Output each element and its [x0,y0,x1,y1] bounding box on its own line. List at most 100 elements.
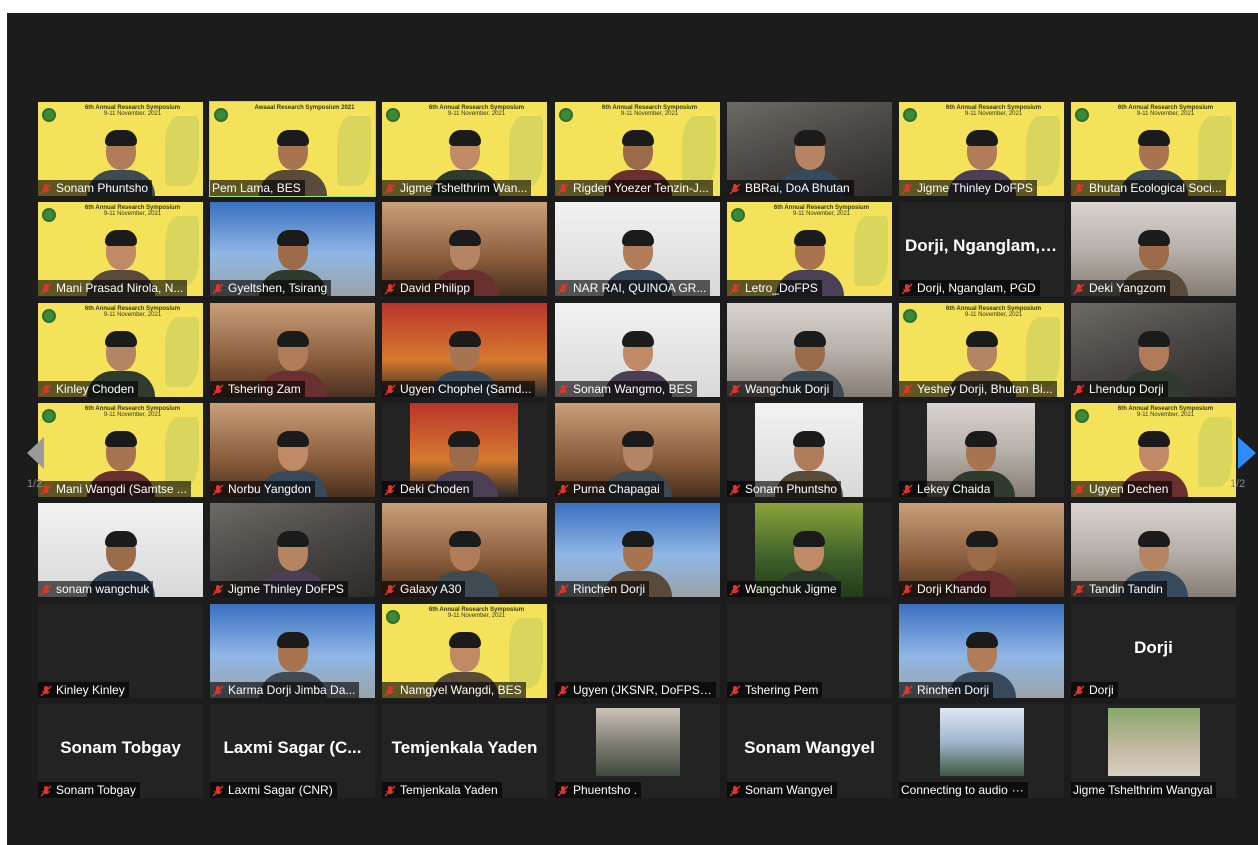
participant-tile[interactable]: BBRai, DoA Bhutan [727,102,892,196]
participant-tile[interactable]: Sonam Tobgay Sonam Tobgay [38,704,203,798]
muted-mic-icon [212,483,224,496]
participant-tile[interactable]: Ugyen Chophel (Samd... [382,303,547,397]
leaf-decoration [1198,116,1232,186]
participant-tile[interactable]: Sonam Wangyel Sonam Wangyel [727,704,892,798]
participant-tile[interactable]: Jigme Thinley DoFPS [210,503,375,597]
participant-tile[interactable]: sonam wangchuk [38,503,203,597]
participant-tile[interactable]: Sonam Wangmo, BES [555,303,720,397]
symposium-logo-icon [1075,409,1089,423]
participant-tile[interactable]: Wangchuk Jigme [727,503,892,597]
participant-tile[interactable]: 6th Annual Research Symposium 9-11 Novemb… [38,202,203,296]
muted-mic-icon [1073,282,1085,295]
participant-name: Sonam Phuntsho [56,181,149,195]
participant-tile[interactable]: 6th Annual Research Symposium 9-11 Novemb… [1071,403,1236,497]
participant-tile[interactable]: 6th Annual Research Symposium 9-11 Novemb… [38,303,203,397]
participant-tile[interactable]: Jigme Tshelthrim Wangyal [1071,704,1236,798]
participant-tile[interactable]: Awaaal Research Symposium 2021 Pem Lama, … [209,101,376,197]
participant-name-bar: Letro_DoFPS [727,280,822,296]
participant-tile[interactable]: Laxmi Sagar (C... Laxmi Sagar (CNR) [210,704,375,798]
muted-mic-icon [729,282,741,295]
participant-tile[interactable]: Wangchuk Dorji [727,303,892,397]
participant-tile[interactable]: NAR RAI, QUINOA GR... [555,202,720,296]
participant-tile[interactable]: Tandin Tandin [1071,503,1236,597]
participant-tile[interactable]: Connecting to audio ··· [899,704,1064,798]
participant-tile[interactable]: Dorji, Nganglam, PGD Dorji, Nganglam, PGD [899,202,1064,296]
participant-tile[interactable]: Lekey Chaida [899,403,1064,497]
next-page-button[interactable] [1238,437,1256,474]
symposium-logo-icon [42,309,56,323]
participant-name: Deki Choden [400,482,470,496]
participant-tile[interactable]: Deki Yangzom [1071,202,1236,296]
participant-tile[interactable]: 6th Annual Research Symposium 9-11 Novemb… [382,102,547,196]
participant-tile[interactable]: Karma Dorji Jimba Da... [210,604,375,698]
participant-tile[interactable]: Dorji Khando [899,503,1064,597]
muted-mic-icon [557,684,569,697]
participant-name: Ugyen Chophel (Samd... [400,382,532,396]
profile-picture [1107,708,1200,776]
participant-tile[interactable]: 6th Annual Research Symposium 9-11 Novemb… [38,102,203,196]
participant-name-bar: Lekey Chaida [899,481,995,497]
muted-mic-icon [1073,483,1085,496]
participant-tile[interactable]: Phuentsho . [555,704,720,798]
muted-mic-icon [1073,182,1085,195]
participant-tile[interactable]: Tshering Zam [210,303,375,397]
participant-tile[interactable]: 6th Annual Research Symposium 9-11 Novemb… [727,202,892,296]
participant-name-bar: Connecting to audio ··· [899,782,1028,798]
leaf-decoration [854,216,888,286]
participant-display-name: Laxmi Sagar (C... [223,738,362,757]
participant-name-bar: Mani Prasad Nirola, N... [38,280,188,296]
participant-name-bar: Tandin Tandin [1071,581,1167,597]
symposium-logo-icon [731,208,745,222]
participant-name: Sonam Wangyel [745,783,833,797]
banner-dates: 9-11 November, 2021 [103,412,162,418]
muted-mic-icon [729,383,741,396]
participant-name-bar: Jigme Tshelthrim Wan... [382,180,532,196]
muted-mic-icon [901,282,913,295]
page-indicator-right: 1/2 [1230,478,1246,490]
muted-mic-icon [1073,583,1085,596]
participant-tile[interactable]: 6th Annual Research Symposium 9-11 Novemb… [899,102,1064,196]
participant-name: Tshering Pem [745,683,819,697]
participant-tile[interactable]: 6th Annual Research Symposium 9-11 Novemb… [38,403,203,497]
participant-tile[interactable]: 6th Annual Research Symposium 9-11 Novemb… [1071,102,1236,196]
participant-tile[interactable]: Gyeltshen, Tsirang [210,202,375,296]
participant-tile[interactable]: 6th Annual Research Symposium 9-11 Novemb… [382,604,547,698]
participant-name: Pem Lama, BES [212,181,301,195]
banner-dates: 9-11 November, 2021 [447,111,506,117]
participant-tile[interactable]: Norbu Yangdon [210,403,375,497]
banner-dates: 9-11 November, 2021 [103,211,162,217]
muted-mic-icon [40,282,52,295]
participant-tile[interactable]: Purna Chapagai [555,403,720,497]
previous-page-button[interactable] [27,437,45,474]
participant-tile[interactable]: Ugyen (JKSNR, DoFPS,... [555,604,720,698]
participant-tile[interactable]: Galaxy A30 [382,503,547,597]
participant-tile[interactable]: Temjenkala Yaden Temjenkala Yaden [382,704,547,798]
participant-tile[interactable]: Rinchen Dorji [555,503,720,597]
participant-tile[interactable]: Dorji Dorji [1071,604,1236,698]
participant-name-bar: Gyeltshen, Tsirang [210,280,332,296]
participant-tile[interactable]: 6th Annual Research Symposium 9-11 Novemb… [899,303,1064,397]
participant-tile[interactable]: 6th Annual Research Symposium 9-11 Novemb… [555,102,720,196]
participant-name-bar: Ugyen (JKSNR, DoFPS,... [555,682,716,698]
participant-tile[interactable]: Tshering Pem [727,604,892,698]
participant-name-bar: David Philipp [382,280,475,296]
participant-name: Deki Yangzom [1089,281,1166,295]
muted-mic-icon [557,583,569,596]
participant-name: Ugyen (JKSNR, DoFPS,... [573,683,712,697]
page-indicator-left: 1/2 [27,478,43,490]
muted-mic-icon [901,583,913,596]
participant-tile[interactable]: Kinley Kinley [38,604,203,698]
participant-name-bar: Namgyel Wangdi, BES [382,682,526,698]
participant-tile[interactable]: David Philipp [382,202,547,296]
participant-tile[interactable]: Deki Choden [382,403,547,497]
participant-name-bar: Dorji [1071,682,1118,698]
symposium-logo-icon [903,108,917,122]
symposium-logo-icon [386,108,400,122]
muted-mic-icon [384,383,396,396]
participant-name-bar: Tshering Zam [210,381,305,397]
virtual-background-banner: 6th Annual Research Symposium 9-11 Novemb… [929,306,1058,318]
participant-tile[interactable]: Sonam Phuntsho [727,403,892,497]
muted-mic-icon [729,684,741,697]
participant-tile[interactable]: Rinchen Dorji [899,604,1064,698]
participant-tile[interactable]: Lhendup Dorji [1071,303,1236,397]
